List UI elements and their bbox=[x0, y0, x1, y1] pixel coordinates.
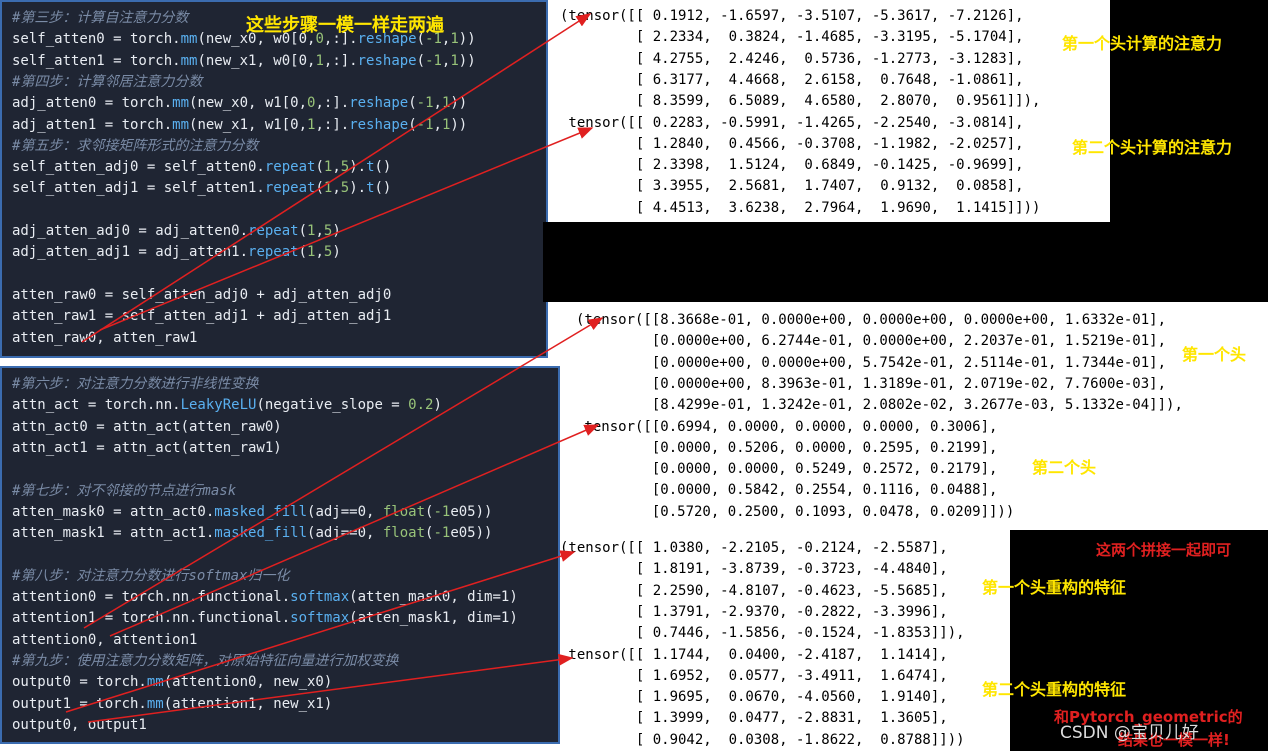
output-line: [0.0000e+00, 8.3963e-01, 1.3189e-01, 2.0… bbox=[576, 375, 1167, 392]
output-line: [ 1.9695, 0.0670, -4.0560, 1.9140], bbox=[560, 689, 948, 706]
output-line: [8.4299e-01, 1.3242e-01, 2.0802e-02, 3.2… bbox=[576, 397, 1183, 414]
code-line: output0 = torch.mm(attention0, new_x0) bbox=[12, 674, 333, 691]
output-line: [ 6.3177, 4.4668, 2.6158, 0.7648, -1.086… bbox=[560, 71, 1024, 88]
output-line: [ 1.8191, -3.8739, -0.3723, -4.4840], bbox=[560, 561, 948, 578]
code-comment: #第六步：对注意力分数进行非线性变换 bbox=[12, 376, 259, 392]
output-line: [0.0000e+00, 0.0000e+00, 5.7542e-01, 2.5… bbox=[576, 354, 1167, 371]
annotation-head2-attention: 第二个头计算的注意力 bbox=[1072, 138, 1233, 157]
annotation-steps-same: 这些步骤一模一样走两遍 bbox=[246, 15, 444, 36]
output-panel-2: (tensor([[8.3668e-01, 0.0000e+00, 0.0000… bbox=[562, 308, 1262, 524]
code-comment: #第八步：对注意力分数进行softmax归一化 bbox=[12, 567, 290, 584]
code-comment: #第七步：对不邻接的节点进行mask bbox=[12, 482, 237, 499]
output-line: (tensor([[ 0.1912, -1.6597, -3.5107, -5.… bbox=[560, 8, 1024, 24]
annotation-concat: 这两个拼接一起即可 bbox=[1096, 541, 1232, 559]
code-line: attn_act = torch.nn.LeakyReLU(negative_s… bbox=[12, 397, 442, 414]
output-panel-1: (tensor([[ 0.1912, -1.6597, -3.5107, -5.… bbox=[548, 4, 1108, 220]
code-line: atten_raw0 = self_atten_adj0 + adj_atten… bbox=[12, 286, 392, 303]
code-line: self_atten1 = torch.mm(new_x1, w0[0,1,:]… bbox=[12, 52, 476, 69]
code-line: adj_atten1 = torch.mm(new_x1, w1[0,1,:].… bbox=[12, 116, 468, 133]
code-line: atten_mask0 = attn_act0.masked_fill(adj=… bbox=[12, 503, 493, 520]
code-line: self_atten_adj0 = self_atten0.repeat(1,5… bbox=[12, 159, 392, 176]
code-line: output0, output1 bbox=[12, 716, 147, 733]
code-panel-1: #第三步：计算自注意力分数 self_atten0 = torch.mm(new_… bbox=[0, 0, 548, 358]
output-line: tensor([[0.6994, 0.0000, 0.0000, 0.0000,… bbox=[576, 418, 998, 435]
code-line: attention1 = torch.nn.functional.softmax… bbox=[12, 610, 518, 627]
annotation-head1: 第一个头 bbox=[1182, 345, 1247, 364]
code-comment: #第三步：计算自注意力分数 bbox=[12, 10, 189, 26]
code-line: attn_act1 = attn_act(atten_raw1) bbox=[12, 439, 282, 456]
output-line: [ 1.6952, 0.0577, -3.4911, 1.6474], bbox=[560, 667, 948, 684]
output-line: [0.0000, 0.5206, 0.0000, 0.2595, 0.2199]… bbox=[576, 439, 998, 456]
watermark: CSDN @宝贝儿好 bbox=[1060, 723, 1199, 743]
code-line: atten_raw0, atten_raw1 bbox=[12, 329, 198, 346]
code-line: attn_act0 = attn_act(atten_raw0) bbox=[12, 418, 282, 435]
code-line: adj_atten_adj1 = adj_atten1.repeat(1,5) bbox=[12, 244, 341, 261]
code-line: attention0, attention1 bbox=[12, 631, 198, 648]
output-line: [ 2.2334, 0.3824, -1.4685, -3.3195, -5.1… bbox=[560, 29, 1024, 46]
output-line: [ 1.3999, 0.0477, -2.8831, 1.3605], bbox=[560, 710, 948, 727]
output-line: tensor([[ 1.1744, 0.0400, -2.4187, 1.141… bbox=[560, 646, 948, 663]
code-line: adj_atten0 = torch.mm(new_x0, w1[0,0,:].… bbox=[12, 95, 468, 112]
code-line: self_atten_adj1 = self_atten1.repeat(1,5… bbox=[12, 180, 392, 197]
output-line: [ 4.4513, 3.6238, 2.7964, 1.9690, 1.1415… bbox=[560, 199, 1041, 216]
output-line: tensor([[ 0.2283, -0.5991, -1.4265, -2.2… bbox=[560, 114, 1024, 131]
code-line: atten_mask1 = attn_act1.masked_fill(adj=… bbox=[12, 525, 493, 542]
annotation-head1-feature: 第一个头重构的特征 bbox=[982, 578, 1127, 597]
annotation-head1-attention: 第一个头计算的注意力 bbox=[1062, 34, 1223, 53]
code-line: attention0 = torch.nn.functional.softmax… bbox=[12, 589, 518, 605]
output-line: [0.0000, 0.0000, 0.5249, 0.2572, 0.2179]… bbox=[576, 461, 998, 478]
output-line: [ 1.2840, 0.4566, -0.3708, -1.1982, -2.0… bbox=[560, 135, 1024, 152]
output-line: [ 2.3398, 1.5124, 0.6849, -0.1425, -0.96… bbox=[560, 157, 1024, 174]
output-panel-3: (tensor([[ 1.0380, -2.2105, -0.2124, -2.… bbox=[560, 534, 1010, 751]
output-line: [ 0.7446, -1.5856, -0.1524, -1.8353]]), bbox=[560, 625, 965, 642]
output-line: (tensor([[8.3668e-01, 0.0000e+00, 0.0000… bbox=[576, 312, 1167, 328]
annotation-head2: 第二个头 bbox=[1032, 458, 1097, 477]
output-line: [ 2.2590, -4.8107, -0.4623, -5.5685], bbox=[560, 582, 948, 599]
code-comment: #第九步：使用注意力分数矩阵，对原始特征向量进行加权变换 bbox=[12, 652, 399, 669]
output-line: [ 0.9042, 0.0308, -1.8622, 0.8788]])) bbox=[560, 731, 965, 748]
output-line: [ 3.3955, 2.5681, 1.7407, 0.9132, 0.0858… bbox=[560, 178, 1024, 195]
output-line: [0.0000, 0.5842, 0.2554, 0.1116, 0.0488]… bbox=[576, 482, 998, 499]
code-comment: #第四步：计算邻居注意力分数 bbox=[12, 73, 203, 90]
output-line: (tensor([[ 1.0380, -2.2105, -0.2124, -2.… bbox=[560, 540, 948, 556]
black-block bbox=[543, 222, 1268, 302]
annotation-head2-feature: 第二个头重构的特征 bbox=[982, 680, 1127, 699]
output-line: [ 4.2755, 2.4246, 0.5736, -1.2773, -3.12… bbox=[560, 50, 1024, 67]
code-line: atten_raw1 = self_atten_adj1 + adj_atten… bbox=[12, 308, 392, 325]
code-line: adj_atten_adj0 = adj_atten0.repeat(1,5) bbox=[12, 223, 341, 239]
code-panel-2: #第六步：对注意力分数进行非线性变换 attn_act = torch.nn.Le… bbox=[0, 366, 560, 744]
output-line: [ 1.3791, -2.9370, -0.2822, -3.3996], bbox=[560, 603, 948, 620]
output-line: [0.0000e+00, 6.2744e-01, 0.0000e+00, 2.2… bbox=[576, 333, 1167, 350]
code-comment: #第五步：求邻接矩阵形式的注意力分数 bbox=[12, 137, 259, 154]
code-line: output1 = torch.mm(attention1, new_x1) bbox=[12, 695, 333, 712]
output-line: [ 8.3599, 6.5089, 4.6580, 2.8070, 0.9561… bbox=[560, 93, 1041, 110]
output-line: [0.5720, 0.2500, 0.1093, 0.0478, 0.0209]… bbox=[576, 503, 1015, 520]
